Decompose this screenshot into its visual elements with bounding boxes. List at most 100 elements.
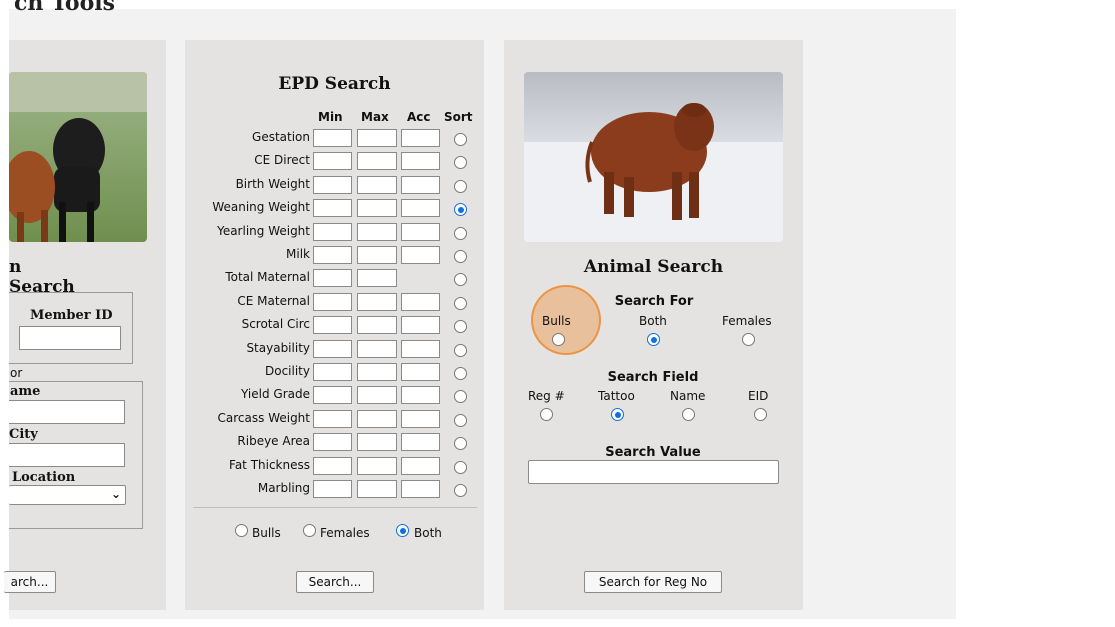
search-value-label: Search Value (605, 445, 701, 460)
search-for-radio-bulls[interactable] (552, 333, 565, 346)
sex-radio-females[interactable] (303, 524, 316, 537)
epd-max-birth-weight[interactable] (357, 176, 397, 194)
epd-max-yearling-weight[interactable] (357, 223, 397, 241)
sex-radio-bulls[interactable] (235, 524, 248, 537)
epd-sort-radio-carcass-weight[interactable] (454, 414, 467, 427)
epd-acc-gestation[interactable] (401, 129, 440, 147)
search-for-radio-females[interactable] (742, 333, 755, 346)
epd-min-scrotal-circ[interactable] (313, 316, 352, 334)
epd-max-ce-maternal[interactable] (357, 293, 397, 311)
sex-radio-both[interactable] (396, 524, 409, 537)
epd-max-total-maternal[interactable] (357, 269, 397, 287)
epd-acc-yearling-weight[interactable] (401, 223, 440, 241)
epd-sort-radio-scrotal-circ[interactable] (454, 320, 467, 333)
search-field-radio-name[interactable] (682, 408, 695, 421)
epd-label-scrotal-circ: Scrotal Circ (241, 317, 310, 331)
epd-min-milk[interactable] (313, 246, 352, 264)
epd-label-ribeye-area: Ribeye Area (237, 434, 310, 448)
epd-max-weaning-weight[interactable] (357, 199, 397, 217)
epd-label-total-maternal: Total Maternal (225, 270, 310, 284)
epd-max-docility[interactable] (357, 363, 397, 381)
search-field-label-tattoo: Tattoo (598, 389, 635, 403)
epd-label-gestation: Gestation (252, 130, 310, 144)
epd-min-fat-thickness[interactable] (313, 457, 352, 475)
city-input[interactable] (9, 443, 125, 467)
epd-label-ce-maternal: CE Maternal (237, 294, 310, 308)
search-reg-no-button[interactable]: Search for Reg No (584, 571, 722, 593)
epd-max-scrotal-circ[interactable] (357, 316, 397, 334)
epd-sort-radio-ribeye-area[interactable] (454, 437, 467, 450)
epd-acc-stayability[interactable] (401, 340, 440, 358)
epd-sort-radio-birth-weight[interactable] (454, 180, 467, 193)
name-input[interactable] (9, 400, 125, 424)
epd-min-weaning-weight[interactable] (313, 199, 352, 217)
location-select[interactable]: ⌄ (9, 485, 126, 505)
epd-sort-radio-stayability[interactable] (454, 344, 467, 357)
epd-min-ribeye-area[interactable] (313, 433, 352, 451)
member-search-button[interactable]: arch... (4, 571, 56, 593)
epd-acc-ce-maternal[interactable] (401, 293, 440, 311)
epd-label-yield-grade: Yield Grade (241, 387, 310, 401)
epd-max-stayability[interactable] (357, 340, 397, 358)
epd-sort-radio-docility[interactable] (454, 367, 467, 380)
epd-min-ce-direct[interactable] (313, 152, 352, 170)
page-title-partial: ch Tools (14, 0, 115, 16)
sex-label-females: Females (320, 526, 370, 540)
epd-min-gestation[interactable] (313, 129, 352, 147)
search-field-radio-tattoo[interactable] (611, 408, 624, 421)
epd-min-total-maternal[interactable] (313, 269, 352, 287)
search-value-input[interactable] (528, 460, 779, 484)
epd-max-yield-grade[interactable] (357, 386, 397, 404)
epd-search-button[interactable]: Search... (296, 571, 374, 593)
epd-min-ce-maternal[interactable] (313, 293, 352, 311)
col-min: Min (318, 110, 343, 124)
search-field-radio-eid[interactable] (754, 408, 767, 421)
epd-acc-fat-thickness[interactable] (401, 457, 440, 475)
epd-sort-radio-ce-maternal[interactable] (454, 297, 467, 310)
cattle-herd-photo (9, 72, 147, 242)
epd-label-milk: Milk (286, 247, 310, 261)
epd-min-docility[interactable] (313, 363, 352, 381)
epd-acc-docility[interactable] (401, 363, 440, 381)
epd-max-ce-direct[interactable] (357, 152, 397, 170)
epd-max-ribeye-area[interactable] (357, 433, 397, 451)
epd-max-carcass-weight[interactable] (357, 410, 397, 428)
epd-max-marbling[interactable] (357, 480, 397, 498)
epd-sort-radio-weaning-weight[interactable] (454, 203, 467, 216)
epd-max-milk[interactable] (357, 246, 397, 264)
search-for-radio-both[interactable] (647, 333, 660, 346)
epd-acc-birth-weight[interactable] (401, 176, 440, 194)
search-field-radio-reg[interactable] (540, 408, 553, 421)
epd-sort-radio-marbling[interactable] (454, 484, 467, 497)
epd-sort-radio-fat-thickness[interactable] (454, 461, 467, 474)
epd-sort-radio-yearling-weight[interactable] (454, 227, 467, 240)
epd-max-fat-thickness[interactable] (357, 457, 397, 475)
epd-min-marbling[interactable] (313, 480, 352, 498)
name-label: ame (10, 384, 41, 399)
epd-sort-radio-milk[interactable] (454, 250, 467, 263)
epd-sort-radio-gestation[interactable] (454, 133, 467, 146)
epd-acc-milk[interactable] (401, 246, 440, 264)
sex-label-both: Both (414, 526, 442, 540)
search-field-label-name: Name (670, 389, 706, 403)
epd-acc-ribeye-area[interactable] (401, 433, 440, 451)
search-field-label: Search Field (607, 370, 699, 385)
epd-acc-carcass-weight[interactable] (401, 410, 440, 428)
epd-min-stayability[interactable] (313, 340, 352, 358)
epd-acc-weaning-weight[interactable] (401, 199, 440, 217)
chevron-down-icon: ⌄ (110, 487, 121, 501)
epd-acc-yield-grade[interactable] (401, 386, 440, 404)
epd-min-birth-weight[interactable] (313, 176, 352, 194)
epd-max-gestation[interactable] (357, 129, 397, 147)
member-id-input[interactable] (19, 326, 121, 350)
epd-acc-ce-direct[interactable] (401, 152, 440, 170)
epd-sort-radio-ce-direct[interactable] (454, 156, 467, 169)
epd-min-yield-grade[interactable] (313, 386, 352, 404)
epd-sort-radio-yield-grade[interactable] (454, 390, 467, 403)
epd-label-marbling: Marbling (257, 481, 310, 495)
epd-acc-marbling[interactable] (401, 480, 440, 498)
epd-sort-radio-total-maternal[interactable] (454, 273, 467, 286)
epd-min-yearling-weight[interactable] (313, 223, 352, 241)
epd-acc-scrotal-circ[interactable] (401, 316, 440, 334)
epd-min-carcass-weight[interactable] (313, 410, 352, 428)
